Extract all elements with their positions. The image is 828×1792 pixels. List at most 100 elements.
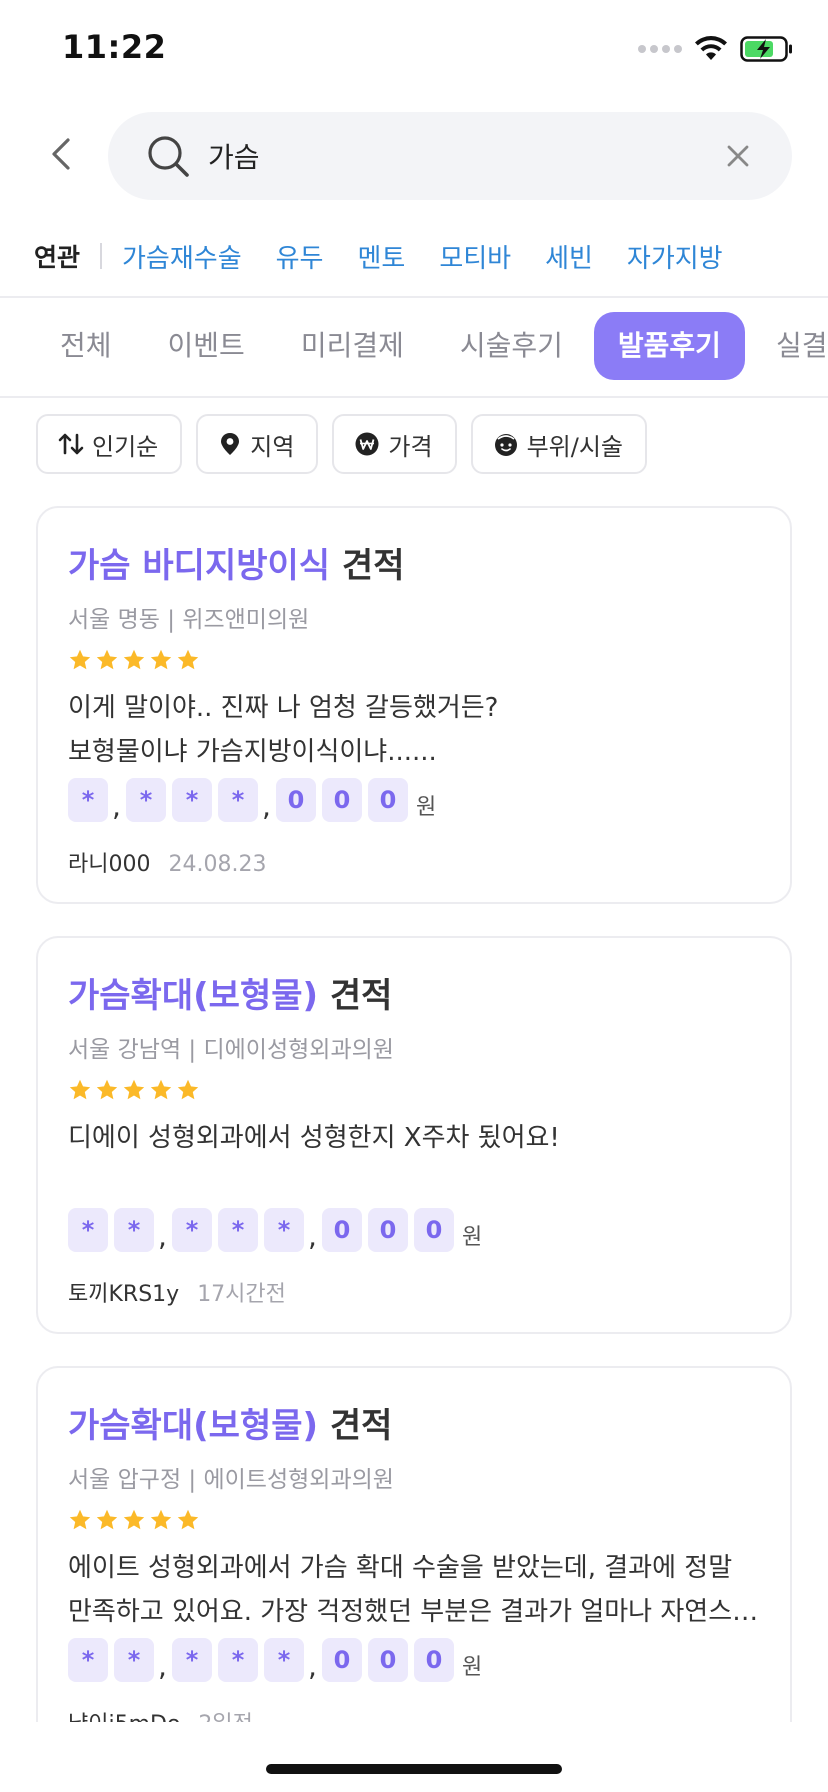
wifi-icon bbox=[695, 36, 727, 60]
related-keyword[interactable]: 유두 bbox=[276, 238, 324, 275]
card-title: 가슴확대(보형물) 견적 bbox=[68, 1406, 393, 1446]
price-digit: * bbox=[218, 1638, 258, 1682]
filter-label: 부위/시술 bbox=[526, 432, 623, 461]
related-keyword[interactable]: 가슴재수술 bbox=[122, 238, 242, 275]
clinic-info: 서울 명동 | 위즈앤미의원 bbox=[68, 607, 310, 633]
price-digit: * bbox=[114, 1638, 154, 1682]
star-icon bbox=[69, 1079, 91, 1100]
star-icon bbox=[150, 1079, 172, 1100]
review-snippet: 에이트 성형외과에서 가슴 확대 수술을 받았는데, 결과에 정말 만족하고 있… bbox=[68, 1553, 759, 1627]
price-unit: 원 bbox=[416, 795, 437, 820]
masked-price: * *, * * *, 0 0 0 원 bbox=[68, 1208, 482, 1252]
price-unit: 원 bbox=[462, 1225, 483, 1250]
masked-price: *, * * *, 0 0 0 원 bbox=[68, 778, 436, 822]
price-digit: 0 bbox=[322, 1208, 362, 1252]
filter-sort[interactable]: 인기순 bbox=[36, 414, 183, 474]
price-comma: , bbox=[308, 1650, 317, 1683]
category-tabs: 전체 이벤트 미리결제 시술후기 발품후기 실결 bbox=[0, 296, 828, 396]
star-rating bbox=[68, 648, 200, 672]
review-card[interactable]: 가슴확대(보형물) 견적 서울 강남역 | 디에이성형외과의원 디에이 성형외과… bbox=[36, 936, 792, 1334]
price-digit: * bbox=[68, 1638, 108, 1682]
back-chevron-icon[interactable] bbox=[44, 136, 80, 172]
star-icon bbox=[177, 1509, 199, 1530]
card-title: 가슴 바디지방이식 견적 bbox=[68, 546, 405, 586]
price-digit: 0 bbox=[414, 1638, 454, 1682]
price-digit: * bbox=[68, 778, 108, 822]
price-digit: * bbox=[264, 1638, 304, 1682]
card-title: 가슴확대(보형물) 견적 bbox=[68, 976, 393, 1016]
star-icon bbox=[150, 1509, 172, 1530]
tab-prepay[interactable]: 미리결제 bbox=[276, 312, 429, 380]
price-digit: * bbox=[218, 778, 258, 822]
price-digit: * bbox=[114, 1208, 154, 1252]
price-digit: 0 bbox=[368, 1638, 408, 1682]
review-snippet: 이게 말이야.. 진짜 나 엄청 갈등했거든? 보형물이냐 가슴지방이식이냐..… bbox=[68, 693, 499, 767]
filter-label: 인기순 bbox=[92, 432, 159, 461]
related-keyword[interactable]: 세빈 bbox=[545, 238, 593, 275]
filter-region[interactable]: 지역 bbox=[196, 414, 319, 474]
price-digit: * bbox=[68, 1208, 108, 1252]
masked-price: * *, * * *, 0 0 0 원 bbox=[68, 1638, 482, 1682]
search-bar[interactable] bbox=[108, 112, 792, 200]
review-card[interactable]: 가슴 바디지방이식 견적 서울 명동 | 위즈앤미의원 이게 말이야.. 진짜 … bbox=[36, 506, 792, 904]
price-comma: , bbox=[112, 790, 121, 823]
tab-event[interactable]: 이벤트 bbox=[143, 312, 270, 380]
star-icon bbox=[123, 649, 145, 670]
price-unit: 원 bbox=[462, 1655, 483, 1680]
star-icon bbox=[123, 1509, 145, 1530]
author-name: 라니000 bbox=[68, 852, 151, 877]
tab-all[interactable]: 전체 bbox=[60, 312, 137, 380]
review-card[interactable]: 가슴확대(보형물) 견적 서울 압구정 | 에이트성형외과의원 에이트 성형외과… bbox=[36, 1366, 792, 1722]
related-keywords: 연관 가슴재수술 유두 멘토 모티바 세빈 자가지방 bbox=[34, 236, 757, 276]
review-meta: 냥이i5mDo 2일전 bbox=[68, 1706, 253, 1722]
star-icon bbox=[69, 1509, 91, 1530]
battery-charging-icon bbox=[740, 36, 792, 62]
price-digit: * bbox=[264, 1208, 304, 1252]
related-label: 연관 bbox=[34, 243, 81, 272]
star-icon bbox=[150, 649, 172, 670]
tab-treatment-review[interactable]: 시술후기 bbox=[435, 312, 588, 380]
review-date: 24.08.23 bbox=[168, 852, 267, 877]
clear-search-icon[interactable] bbox=[724, 142, 752, 170]
status-bar: 11:22 bbox=[0, 0, 828, 100]
price-comma: , bbox=[158, 1220, 167, 1253]
clinic-info: 서울 강남역 | 디에이성형외과의원 bbox=[68, 1037, 394, 1063]
filter-body-part[interactable]: 부위/시술 bbox=[470, 414, 647, 474]
star-rating bbox=[68, 1508, 200, 1532]
search-input[interactable] bbox=[208, 132, 688, 180]
star-icon bbox=[177, 1079, 199, 1100]
price-digit: * bbox=[172, 1638, 212, 1682]
review-snippet: 디에이 성형외과에서 성형한지 X주차 됬어요! bbox=[68, 1123, 560, 1153]
tab-quote-review[interactable]: 발품후기 bbox=[593, 312, 745, 380]
author-name: 토끼KRS1y bbox=[68, 1282, 180, 1307]
price-digit: * bbox=[172, 1208, 212, 1252]
clinic-info: 서울 압구정 | 에이트성형외과의원 bbox=[68, 1467, 394, 1493]
home-indicator[interactable] bbox=[266, 1764, 562, 1774]
filter-label: 지역 bbox=[250, 432, 295, 461]
price-comma: , bbox=[262, 790, 271, 823]
status-time: 11:22 bbox=[62, 28, 167, 66]
related-keyword[interactable]: 모티바 bbox=[439, 238, 511, 275]
star-icon bbox=[96, 649, 118, 670]
filter-price[interactable]: 가격 bbox=[332, 414, 457, 474]
related-keyword[interactable]: 자가지방 bbox=[627, 238, 723, 275]
price-digit: * bbox=[172, 778, 212, 822]
price-digit: 0 bbox=[322, 778, 362, 822]
star-icon bbox=[123, 1079, 145, 1100]
star-icon bbox=[96, 1079, 118, 1100]
related-keyword[interactable]: 멘토 bbox=[357, 238, 405, 275]
price-digit: 0 bbox=[276, 778, 316, 822]
review-meta: 토끼KRS1y 17시간전 bbox=[68, 1276, 286, 1308]
price-comma: , bbox=[158, 1650, 167, 1683]
filter-label: 가격 bbox=[388, 432, 433, 461]
price-digit: 0 bbox=[414, 1208, 454, 1252]
sort-icon bbox=[58, 433, 84, 455]
review-date: 17시간전 bbox=[197, 1282, 286, 1307]
price-digit: * bbox=[126, 778, 166, 822]
tab-more[interactable]: 실결 bbox=[751, 312, 828, 380]
divider bbox=[100, 243, 103, 269]
price-digit: * bbox=[218, 1208, 258, 1252]
search-icon bbox=[148, 136, 189, 177]
price-digit: 0 bbox=[368, 1208, 408, 1252]
price-digit: 0 bbox=[368, 778, 408, 822]
